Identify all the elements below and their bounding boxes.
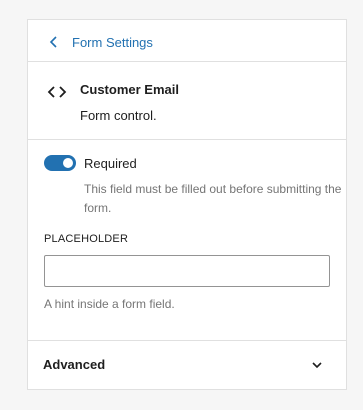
chevron-down-icon [312,362,322,369]
placeholder-label: PLACEHOLDER [44,233,129,245]
code-icon [47,86,67,98]
placeholder-input[interactable] [44,255,330,287]
back-button[interactable]: Form Settings [47,30,153,54]
block-title: Customer Email [80,82,179,97]
required-help-text: This field must be filled out before sub… [84,182,342,215]
advanced-panel-toggle[interactable]: Advanced [27,340,345,390]
toggle-knob [63,158,73,168]
placeholder-help-text: A hint inside a form field. [44,297,175,311]
advanced-label: Advanced [43,357,106,372]
block-card [28,62,346,140]
chevron-left-icon [49,36,57,48]
back-button-label: Form Settings [72,34,153,50]
panel-header: Form Settings [28,20,346,62]
required-toggle[interactable] [44,155,76,171]
block-description: Form control. [80,108,157,123]
required-toggle-row: Required [44,155,137,171]
required-label: Required [84,155,137,171]
